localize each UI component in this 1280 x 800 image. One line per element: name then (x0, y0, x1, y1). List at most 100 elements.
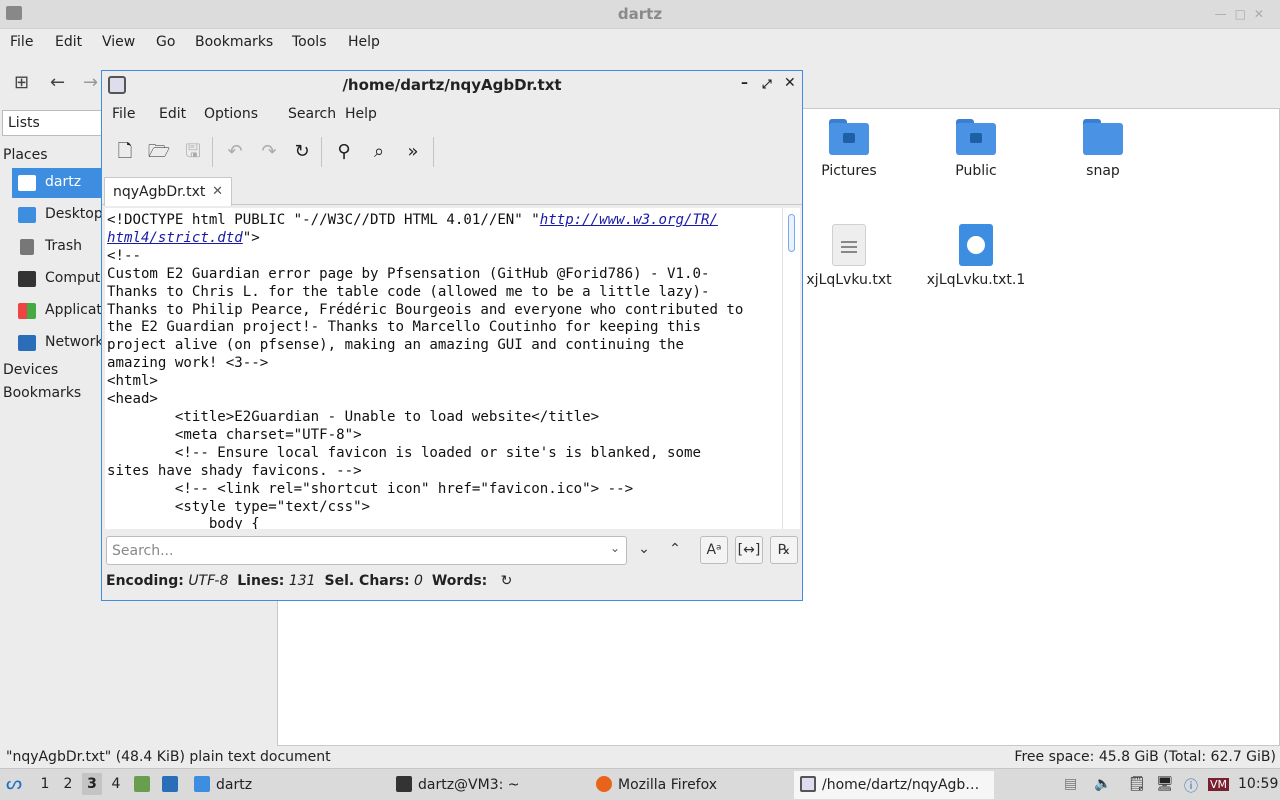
workspace-4[interactable]: 4 (106, 776, 126, 792)
reload-icon[interactable]: ↻ (289, 139, 315, 165)
clipboard-icon[interactable]: ▤ (1064, 776, 1077, 792)
workspace-1[interactable]: 1 (35, 776, 55, 792)
more-chevrons-icon[interactable]: » (400, 139, 426, 165)
forward-arrow-icon[interactable]: → (83, 72, 98, 93)
words-label: Words: (431, 573, 488, 589)
editor-window: /home/dartz/nqyAgbDr.txt – ⤢ ✕ File Edit… (101, 70, 803, 601)
notes-icon[interactable]: 🗒 (1128, 776, 1146, 792)
fm-menu-file[interactable]: File (10, 34, 33, 50)
sidebar-item-network[interactable]: Network (12, 328, 102, 358)
find-previous-icon[interactable]: ⌃ (661, 536, 689, 564)
sidebar-item-trash[interactable]: Trash (12, 232, 102, 262)
html-file-icon (959, 224, 993, 266)
encoding-value: UTF-8 (188, 573, 229, 589)
network-status-icon[interactable]: 🖥 (1156, 776, 1174, 792)
folder-item[interactable]: Pictures (789, 109, 909, 179)
regex-icon[interactable]: ℞ (770, 536, 798, 564)
sidebar-item-label: Network (45, 334, 102, 350)
file-item-label: xjLqLvku.txt (806, 272, 892, 288)
undo-icon[interactable]: ↶ (222, 139, 248, 165)
public-folder-icon (956, 119, 996, 155)
firefox-icon (596, 776, 612, 792)
fm-menu-view[interactable]: View (102, 34, 135, 50)
free-space-info: Free space: 45.8 GiB (Total: 62.7 GiB) (1014, 749, 1276, 765)
find-next-icon[interactable]: ⌄ (630, 536, 658, 564)
fm-menu-edit[interactable]: Edit (55, 34, 82, 50)
start-menu-icon[interactable]: ᔕ (6, 773, 22, 794)
sidebar-item-dartz[interactable]: dartz (12, 168, 102, 198)
whole-word-icon[interactable]: [↔] (735, 536, 763, 564)
save-icon[interactable]: 🖫 (180, 139, 206, 165)
clock[interactable]: 10:59 (1238, 776, 1278, 792)
sidebar-item-label: Computer (45, 270, 102, 286)
close-icon[interactable]: ✕ (784, 75, 796, 91)
fm-window-buttons[interactable]: —□✕ (1215, 7, 1272, 21)
lines-value: 131 (288, 573, 316, 589)
network-icon (18, 335, 36, 351)
search-input[interactable] (112, 540, 602, 561)
sidebar-item-computer[interactable]: Computer (12, 264, 102, 294)
vm-indicator-icon[interactable]: VM (1208, 778, 1230, 791)
applications-icon (18, 303, 36, 319)
editor-text-area[interactable]: <!DOCTYPE html PUBLIC "-//W3C//DTD HTML … (105, 208, 800, 529)
minimize-icon[interactable]: – (741, 75, 748, 91)
bookmarks-header[interactable]: Bookmarks (3, 385, 81, 401)
task-label: dartz (216, 777, 253, 793)
count-words-icon[interactable]: ↻ (501, 573, 513, 589)
menu-edit[interactable]: Edit (159, 106, 186, 122)
volume-icon[interactable]: 🔈 (1094, 776, 1111, 792)
tab-label: nqyAgbDr.txt (113, 184, 206, 200)
computer-icon (18, 271, 36, 287)
editor-titlebar[interactable]: /home/dartz/nqyAgbDr.txt – ⤢ ✕ (102, 71, 802, 99)
workspace-2[interactable]: 2 (58, 776, 78, 792)
file-manager-launcher-icon[interactable] (134, 776, 156, 793)
tab-nqyagbdr[interactable]: nqyAgbDr.txt ✕ (104, 177, 232, 206)
new-file-icon[interactable]: 🗋 (112, 139, 138, 165)
file-item[interactable]: xjLqLvku.txt (789, 216, 909, 288)
task-terminal[interactable]: dartz@VM3: ~ (396, 776, 520, 793)
search-history-dropdown-icon[interactable]: ⌄ (610, 541, 620, 555)
toolbar-separator (433, 137, 434, 167)
folder-item-label: Public (955, 163, 997, 179)
editor-tabbar: nqyAgbDr.txt ✕ (102, 175, 802, 206)
scrollbar-thumb[interactable] (788, 214, 795, 252)
open-folder-icon[interactable]: 🗁 (146, 139, 172, 165)
search-field[interactable]: ⌄ (106, 536, 627, 565)
vertical-scrollbar[interactable] (782, 208, 800, 529)
find-icon[interactable]: ⚲ (331, 139, 357, 165)
match-case-icon[interactable]: Aᵃ (700, 536, 728, 564)
devices-header[interactable]: Devices (3, 362, 58, 378)
workspace-3[interactable]: 3 (82, 773, 102, 795)
tab-close-icon[interactable]: ✕ (212, 184, 223, 199)
fm-window-title: dartz (617, 5, 663, 23)
side-pane-mode-select[interactable]: Lists (2, 110, 102, 136)
folder-item-label: snap (1086, 163, 1120, 179)
find-replace-icon[interactable]: ⌕ (366, 139, 392, 165)
update-notifier-icon[interactable]: ⓘ (1184, 776, 1198, 796)
menu-help[interactable]: Help (345, 106, 377, 122)
fm-menu-help[interactable]: Help (348, 34, 380, 50)
menu-file[interactable]: File (112, 106, 135, 122)
places-header: Places (3, 147, 48, 163)
fm-menu-go[interactable]: Go (156, 34, 175, 50)
new-window-icon[interactable]: ⊞ (14, 72, 29, 93)
fm-menu-tools[interactable]: Tools (292, 34, 327, 50)
task-firefox[interactable]: Mozilla Firefox (596, 776, 717, 793)
document-text[interactable]: <!DOCTYPE html PUBLIC "-//W3C//DTD HTML … (107, 212, 779, 529)
back-arrow-icon[interactable]: ← (50, 72, 65, 93)
file-item[interactable]: xjLqLvku.txt.1 (916, 216, 1036, 288)
task-text-editor[interactable]: /home/dartz/nqyAgb… (794, 771, 994, 799)
fm-statusbar: "nqyAgbDr.txt" (48.4 KiB) plain text doc… (0, 746, 1280, 768)
task-file-manager[interactable]: dartz (194, 776, 252, 793)
folder-item[interactable]: Public (916, 109, 1036, 179)
folder-item[interactable]: snap (1043, 109, 1163, 179)
toolbar-separator (212, 137, 213, 167)
sidebar-item-desktop[interactable]: Desktop (12, 200, 102, 230)
menu-search[interactable]: Search (288, 106, 336, 122)
maximize-icon[interactable]: ⤢ (762, 77, 772, 92)
sidebar-item-applications[interactable]: Applications (12, 296, 102, 326)
fm-menu-bookmarks[interactable]: Bookmarks (195, 34, 273, 50)
menu-options[interactable]: Options (204, 106, 258, 122)
redo-icon[interactable]: ↷ (256, 139, 282, 165)
show-desktop-icon[interactable] (162, 776, 184, 793)
